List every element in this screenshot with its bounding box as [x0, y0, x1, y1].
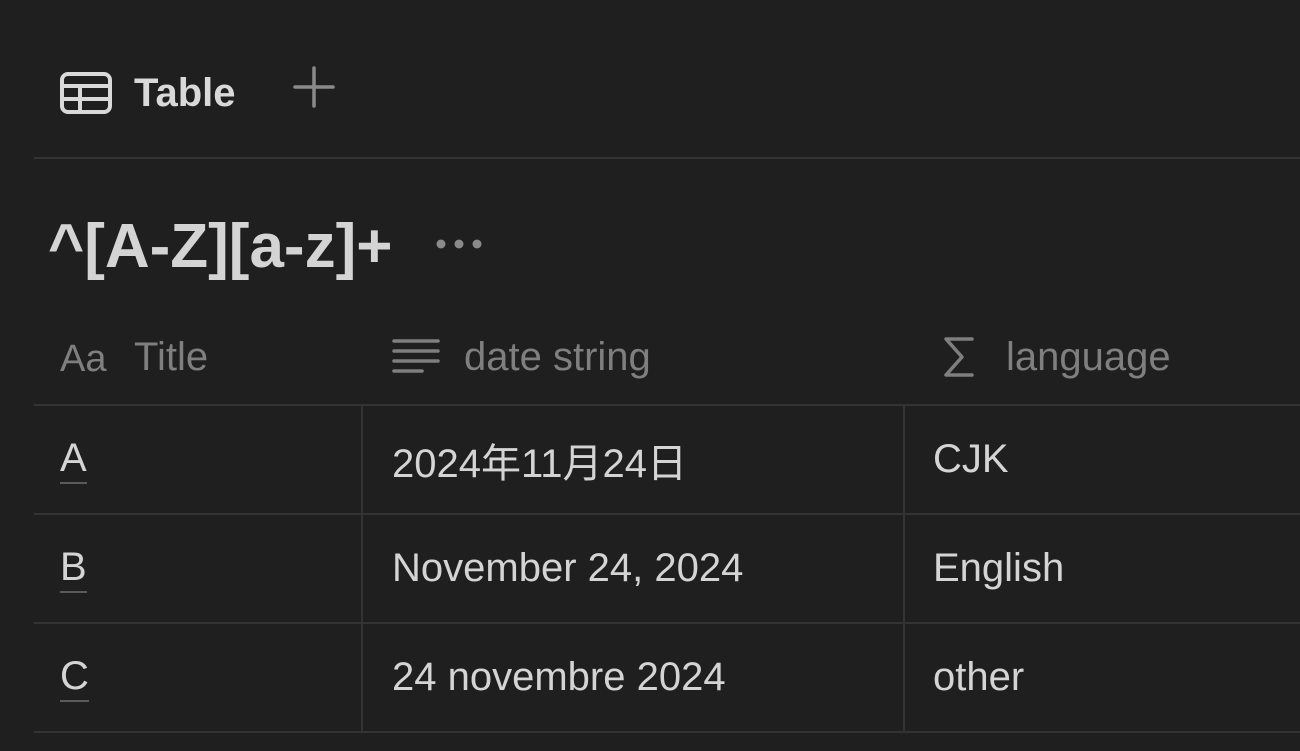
plus-icon — [292, 65, 336, 114]
svg-text:Aa: Aa — [60, 338, 107, 377]
table-header-row: Aa Title date string language — [34, 310, 1300, 406]
column-header-title[interactable]: Aa Title — [60, 310, 360, 404]
text-aa-icon: Aa — [60, 337, 116, 377]
text-lines-icon — [392, 336, 440, 378]
view-tabs-bar: Table — [34, 0, 1300, 159]
language-cell[interactable]: other — [933, 624, 1293, 731]
date-string-cell[interactable]: 2024年11月24日 — [392, 406, 902, 513]
view-tab-table[interactable]: Table — [60, 66, 236, 120]
table-row[interactable]: B November 24, 2024 English — [34, 515, 1300, 624]
title-cell[interactable]: B — [60, 515, 360, 622]
title-cell[interactable]: A — [60, 406, 360, 513]
row-title[interactable]: A — [60, 436, 87, 484]
view-tab-label: Table — [134, 70, 236, 115]
column-divider — [361, 515, 363, 622]
add-view-button[interactable] — [289, 64, 339, 114]
column-divider — [361, 624, 363, 731]
table-row[interactable]: A 2024年11月24日 CJK — [34, 406, 1300, 515]
table-row[interactable]: C 24 novembre 2024 other — [34, 624, 1300, 733]
column-divider — [361, 406, 363, 513]
date-string-cell[interactable]: November 24, 2024 — [392, 515, 902, 622]
database-title[interactable]: ^[A-Z][a-z]+ — [48, 211, 392, 282]
database-header: ^[A-Z][a-z]+ — [48, 210, 486, 282]
database-page: Table ^[A-Z][a-z]+ Aa Title date string … — [0, 0, 1300, 751]
more-horizontal-icon — [434, 237, 484, 256]
language-cell[interactable]: English — [933, 515, 1293, 622]
column-header-label: date string — [464, 334, 651, 379]
row-title[interactable]: B — [60, 545, 87, 593]
column-header-label: Title — [134, 334, 209, 379]
column-header-label: language — [1006, 334, 1171, 379]
database-table: Aa Title date string language A 2024年11月… — [34, 310, 1300, 733]
language-cell[interactable]: CJK — [933, 406, 1293, 513]
title-cell[interactable]: C — [60, 624, 360, 731]
table-icon — [60, 71, 114, 115]
column-header-date-string[interactable]: date string — [392, 310, 892, 404]
more-options-button[interactable] — [432, 226, 486, 266]
column-divider — [903, 406, 905, 513]
column-divider — [903, 624, 905, 731]
sigma-formula-icon — [940, 335, 978, 379]
row-title[interactable]: C — [60, 654, 89, 702]
date-string-cell[interactable]: 24 novembre 2024 — [392, 624, 902, 731]
column-divider — [903, 515, 905, 622]
column-header-language[interactable]: language — [940, 310, 1290, 404]
